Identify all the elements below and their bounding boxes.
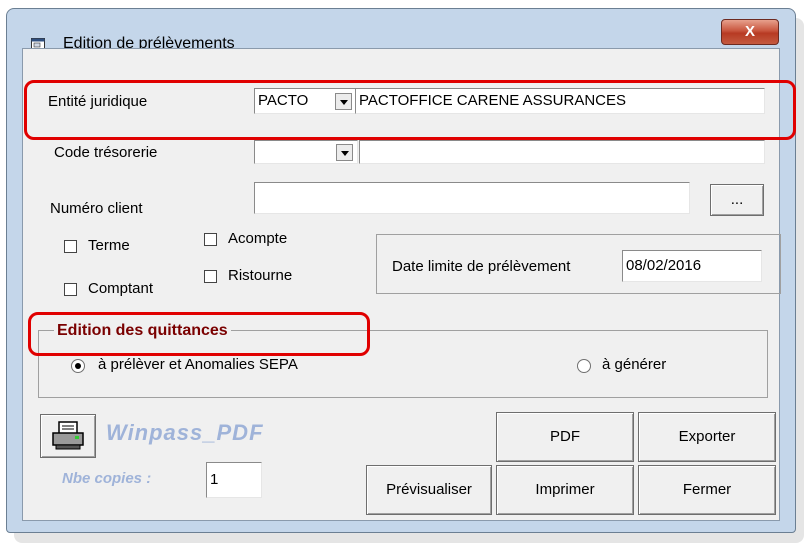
- fermer-button[interactable]: Fermer: [638, 465, 776, 515]
- copies-label: Nbe copies :: [62, 470, 152, 487]
- highlight-entite: [24, 80, 796, 140]
- comptant-checkbox[interactable]: [64, 283, 77, 296]
- ristourne-label: Ristourne: [228, 267, 293, 284]
- exporter-button[interactable]: Exporter: [638, 412, 776, 462]
- previsualiser-button[interactable]: Prévisualiser: [366, 465, 492, 515]
- copies-value: 1: [210, 471, 219, 488]
- ristourne-checkbox[interactable]: [204, 270, 217, 283]
- date-limit-input[interactable]: 08/02/2016: [622, 250, 762, 282]
- terme-checkbox[interactable]: [64, 240, 77, 253]
- tresorerie-label: Code trésorerie: [54, 144, 158, 161]
- radio-generer-label: à générer: [602, 356, 667, 373]
- terme-label: Terme: [88, 237, 130, 254]
- radio-prelever-label: à prélèver et Anomalies SEPA: [98, 356, 298, 373]
- highlight-edition: [28, 312, 370, 356]
- tresorerie-dropdown-arrow[interactable]: [336, 144, 353, 161]
- print-setup-button[interactable]: [40, 414, 96, 458]
- copies-input[interactable]: 1: [206, 462, 262, 498]
- printer-icon: [51, 421, 85, 456]
- radio-prelever[interactable]: [71, 359, 85, 373]
- title-bar: Edition de prélèvements X: [7, 9, 795, 52]
- client-label: Numéro client: [50, 200, 143, 217]
- pdf-button[interactable]: PDF: [496, 412, 634, 462]
- acompte-label: Acompte: [228, 230, 288, 247]
- comptant-label: Comptant: [88, 280, 154, 297]
- browse-client-button[interactable]: ...: [710, 184, 764, 216]
- exporter-button-label: Exporter: [678, 428, 736, 445]
- browse-label: ...: [730, 191, 744, 208]
- tresorerie-name-field: [359, 140, 765, 164]
- close-button[interactable]: X: [721, 19, 779, 45]
- acompte-checkbox[interactable]: [204, 233, 217, 246]
- pdf-button-label: PDF: [550, 428, 580, 445]
- date-limit-label: Date limite de prélèvement: [392, 258, 571, 275]
- radio-generer[interactable]: [577, 359, 591, 373]
- previsualiser-button-label: Prévisualiser: [386, 481, 472, 498]
- fermer-button-label: Fermer: [682, 481, 732, 498]
- winpass-pdf-logo: Winpass_PDF: [106, 420, 264, 445]
- close-icon: X: [744, 23, 755, 40]
- imprimer-button[interactable]: Imprimer: [496, 465, 634, 515]
- imprimer-button-label: Imprimer: [535, 481, 595, 498]
- client-number-input[interactable]: [254, 182, 690, 214]
- date-limit-value: 08/02/2016: [626, 257, 702, 274]
